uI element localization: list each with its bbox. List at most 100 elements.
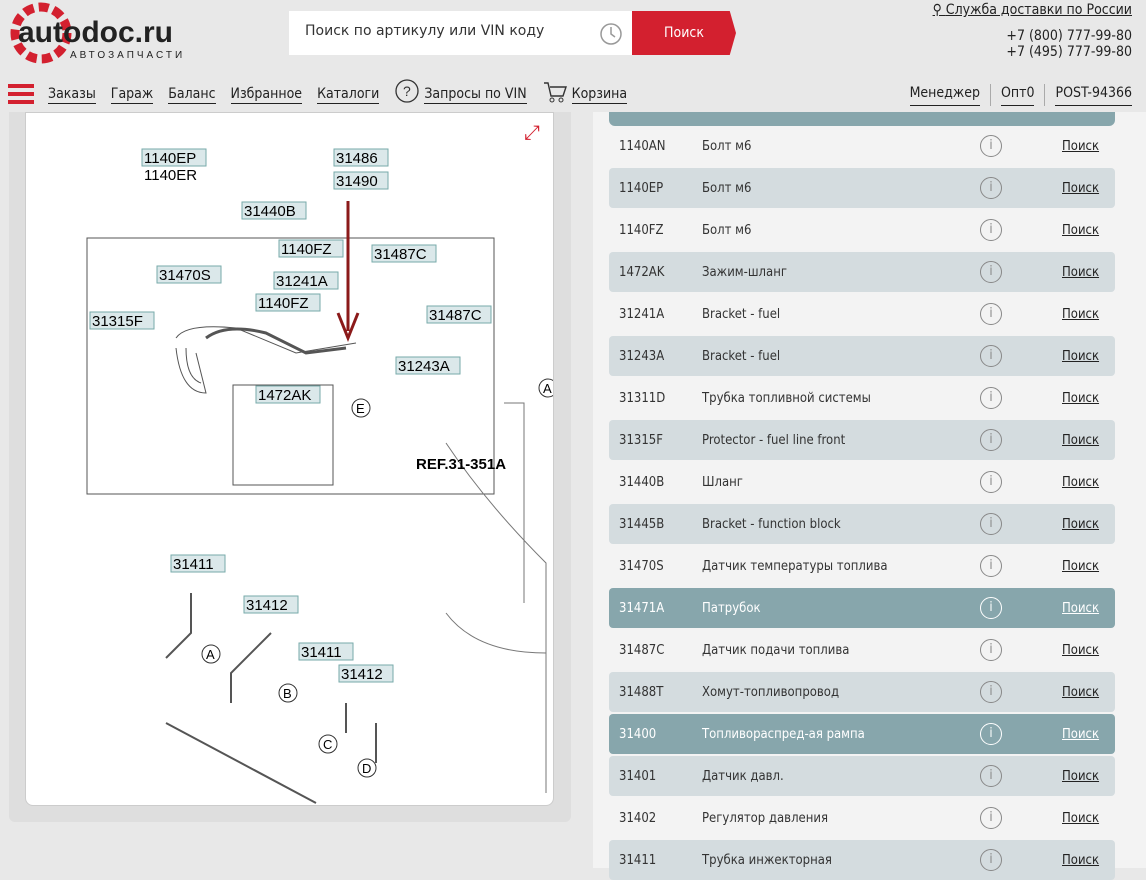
delivery-link[interactable]: ⚲ Служба доставки по России: [933, 2, 1132, 18]
search-link[interactable]: Поиск: [1062, 853, 1099, 868]
table-row[interactable]: 31402 Регулятор давления i Поиск: [609, 798, 1115, 838]
search-link[interactable]: Поиск: [1062, 685, 1099, 700]
diagram-label[interactable]: 31490: [333, 171, 389, 190]
diagram-label[interactable]: A: [538, 378, 554, 398]
diagram-label[interactable]: A: [201, 644, 221, 664]
table-row[interactable]: 1140EP Болт м6 i Поиск: [609, 168, 1115, 208]
info-icon[interactable]: i: [980, 303, 1002, 325]
search-button[interactable]: Поиск: [632, 11, 736, 55]
nav-orders[interactable]: Заказы: [48, 85, 96, 104]
search-link[interactable]: Поиск: [1062, 391, 1099, 406]
table-row[interactable]: 31411 Трубка инжекторная i Поиск: [609, 840, 1115, 880]
search-link[interactable]: Поиск: [1062, 307, 1099, 322]
table-row[interactable]: 31488T Хомут-топливопровод i Поиск: [609, 672, 1115, 712]
table-row[interactable]: 31311D Трубка топливной системы i Поиск: [609, 378, 1115, 418]
nav-garage[interactable]: Гараж: [110, 85, 154, 104]
search-link[interactable]: Поиск: [1062, 517, 1099, 532]
info-icon[interactable]: i: [980, 681, 1002, 703]
info-icon[interactable]: i: [980, 597, 1002, 619]
part-name: Bracket - fuel: [702, 306, 781, 322]
nav-vin-requests[interactable]: Запросы по VIN: [424, 85, 527, 104]
diagram-label[interactable]: B: [278, 683, 298, 703]
phone-2[interactable]: +7 (495) 777-99-80: [933, 44, 1132, 60]
nav-cart[interactable]: Корзина: [571, 85, 628, 104]
expand-icon[interactable]: ⤢: [524, 122, 540, 144]
search-input[interactable]: [305, 23, 585, 39]
table-row[interactable]: 31401 Датчик давл. i Поиск: [609, 756, 1115, 796]
search-link[interactable]: Поиск: [1062, 811, 1099, 826]
diagram-label[interactable]: REF.31-351A: [416, 456, 506, 473]
diagram-label[interactable]: 1472AK: [255, 385, 321, 404]
table-row[interactable]: 31400 Топливораспред-ая рампа i Поиск: [609, 714, 1115, 754]
diagram-label[interactable]: 31241A: [273, 271, 339, 290]
diagram-label[interactable]: 31315F: [89, 311, 155, 330]
table-row[interactable]: 31440B Шланг i Поиск: [609, 462, 1115, 502]
table-row[interactable]: 31487C Датчик подачи топлива i Поиск: [609, 630, 1115, 670]
diagram-label[interactable]: 31440B: [241, 201, 307, 220]
search-link[interactable]: Поиск: [1062, 433, 1099, 448]
diagram-label[interactable]: 31411: [170, 554, 226, 573]
info-icon[interactable]: i: [980, 513, 1002, 535]
info-icon[interactable]: i: [980, 471, 1002, 493]
search-link[interactable]: Поиск: [1062, 601, 1099, 616]
diagram-label[interactable]: 31487C: [426, 305, 492, 324]
nav-favorites[interactable]: Избранное: [230, 85, 303, 104]
search-link[interactable]: Поиск: [1062, 181, 1099, 196]
info-icon[interactable]: i: [980, 219, 1002, 241]
diagram-label[interactable]: E: [351, 398, 371, 418]
info-icon[interactable]: i: [980, 723, 1002, 745]
info-icon[interactable]: i: [980, 765, 1002, 787]
table-row[interactable]: 31315F Protector - fuel line front i Поиск: [609, 420, 1115, 460]
info-icon[interactable]: i: [980, 639, 1002, 661]
table-row[interactable]: 31243A Bracket - fuel i Поиск: [609, 336, 1115, 376]
search-link[interactable]: Поиск: [1062, 139, 1099, 154]
diagram-label[interactable]: 31411: [298, 642, 354, 661]
search-link[interactable]: Поиск: [1062, 349, 1099, 364]
search-link[interactable]: Поиск: [1062, 727, 1099, 742]
table-row[interactable]: 1140FZ Болт м6 i Поиск: [609, 210, 1115, 250]
diagram-label[interactable]: 1140FZ: [278, 239, 344, 258]
nav-balance[interactable]: Баланс: [168, 85, 216, 104]
account-link[interactable]: POST-94366: [1055, 84, 1132, 106]
diagram-label[interactable]: 31486: [333, 148, 389, 167]
search-link[interactable]: Поиск: [1062, 559, 1099, 574]
search-link[interactable]: Поиск: [1062, 643, 1099, 658]
price-type-link[interactable]: Опт0: [1000, 84, 1035, 106]
table-row[interactable]: 31471A Патрубок i Поиск: [609, 588, 1115, 628]
diagram-label[interactable]: 31487C: [371, 244, 437, 263]
diagram-label[interactable]: 1140FZ: [255, 293, 321, 312]
logo[interactable]: autodoc.ru АВТОЗАПЧАСТИ: [8, 2, 218, 64]
search-link[interactable]: Поиск: [1062, 769, 1099, 784]
info-icon[interactable]: i: [980, 345, 1002, 367]
diagram-label[interactable]: 31412: [243, 595, 299, 614]
diagram-label[interactable]: D: [357, 758, 377, 778]
phone-1[interactable]: +7 (800) 777-99-80: [933, 28, 1132, 44]
table-row[interactable]: 31470S Датчик температуры топлива i Поиск: [609, 546, 1115, 586]
history-clock-icon[interactable]: [598, 21, 624, 51]
table-row[interactable]: 31241A Bracket - fuel i Поиск: [609, 294, 1115, 334]
table-row[interactable]: 1472AK Зажим-шланг i Поиск: [609, 252, 1115, 292]
search-link[interactable]: Поиск: [1062, 475, 1099, 490]
info-icon[interactable]: i: [980, 387, 1002, 409]
table-row[interactable]: 1140AN Болт м6 i Поиск: [609, 126, 1115, 166]
diagram-label[interactable]: 1140EP: [141, 148, 207, 167]
search-link[interactable]: Поиск: [1062, 265, 1099, 280]
diagram-label[interactable]: 31412: [338, 664, 394, 683]
parts-diagram[interactable]: ⤢ 1140EP 1140ER 31486 31490 31440B 1140FZ 3148…: [25, 112, 554, 806]
menu-burger-icon[interactable]: [8, 84, 34, 104]
info-icon[interactable]: i: [980, 177, 1002, 199]
diagram-label[interactable]: 31243A: [395, 356, 461, 375]
manager-link[interactable]: Менеджер: [909, 84, 980, 106]
info-icon[interactable]: i: [980, 429, 1002, 451]
info-icon[interactable]: i: [980, 135, 1002, 157]
nav-catalogs[interactable]: Каталоги: [317, 85, 380, 104]
info-icon[interactable]: i: [980, 555, 1002, 577]
diagram-label[interactable]: C: [318, 734, 338, 754]
part-name: Protector - fuel line front: [702, 432, 846, 448]
search-link[interactable]: Поиск: [1062, 223, 1099, 238]
info-icon[interactable]: i: [980, 261, 1002, 283]
table-row[interactable]: 31445B Bracket - function block i Поиск: [609, 504, 1115, 544]
diagram-label[interactable]: 1140ER: [144, 167, 197, 184]
info-icon[interactable]: i: [980, 807, 1002, 829]
diagram-label[interactable]: 31470S: [156, 265, 222, 284]
